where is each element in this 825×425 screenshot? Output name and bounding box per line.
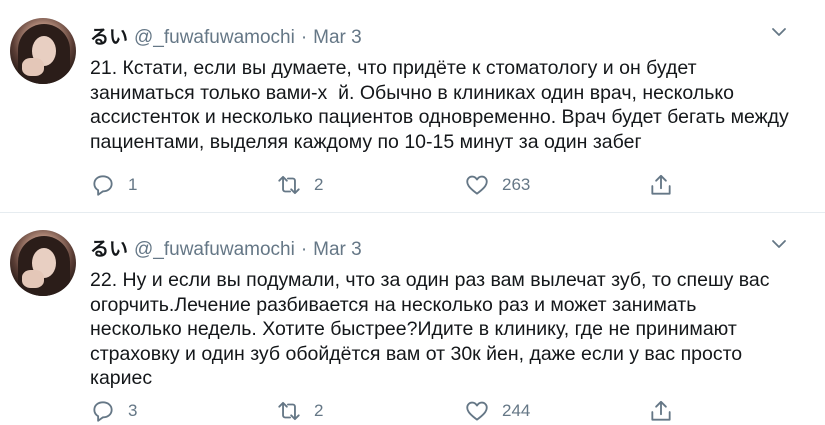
reply-button[interactable]: 1 [90,173,137,197]
reply-icon [93,401,113,422]
retweet-icon [278,175,300,195]
tweet[interactable]: るい @_fuwafuwamochi · Mar 3 22. Ну и если… [0,212,825,425]
heart-icon [466,401,488,421]
reply-button[interactable]: 3 [90,399,137,423]
display-name[interactable]: るい [90,22,128,49]
retweet-button[interactable]: 2 [276,399,323,423]
tweet-text: 22. Ну и если вы подумали, что за один р… [90,269,775,389]
like-count: 244 [502,401,531,420]
like-button[interactable]: 263 [464,173,530,197]
reply-count: 1 [128,175,138,194]
reply-count: 3 [128,401,138,420]
share-button[interactable] [648,399,674,423]
heart-icon [466,175,488,195]
tweet-header: るい @_fuwafuwamochi · Mar 3 [90,234,362,261]
chevron-down-icon[interactable] [771,236,787,252]
avatar[interactable] [10,230,76,296]
retweet-button[interactable]: 2 [276,173,323,197]
reply-icon [93,175,113,196]
share-icon [651,174,671,195]
tweet-actions: 3 2 244 [90,399,690,423]
user-handle[interactable]: @_fuwafuwamochi [134,27,295,49]
retweet-count: 2 [314,175,324,194]
share-icon [651,400,671,421]
chevron-down-icon[interactable] [771,24,787,40]
share-button[interactable] [648,173,674,197]
avatar[interactable] [10,18,76,84]
tweet-date[interactable]: Mar 3 [313,27,362,49]
tweet-actions: 1 2 263 [90,173,690,197]
separator: · [300,27,308,48]
display-name[interactable]: るい [90,234,128,261]
retweet-count: 2 [314,401,324,420]
tweet[interactable]: るい @_fuwafuwamochi · Mar 3 21. Кстати, е… [0,0,825,213]
like-button[interactable]: 244 [464,399,530,423]
retweet-icon [278,401,300,421]
separator: · [300,239,308,260]
user-handle[interactable]: @_fuwafuwamochi [134,239,295,261]
like-count: 263 [502,175,531,194]
tweet-header: るい @_fuwafuwamochi · Mar 3 [90,22,362,49]
tweet-text: 21. Кстати, если вы думаете, что придёте… [90,57,795,153]
tweet-date[interactable]: Mar 3 [313,239,362,261]
